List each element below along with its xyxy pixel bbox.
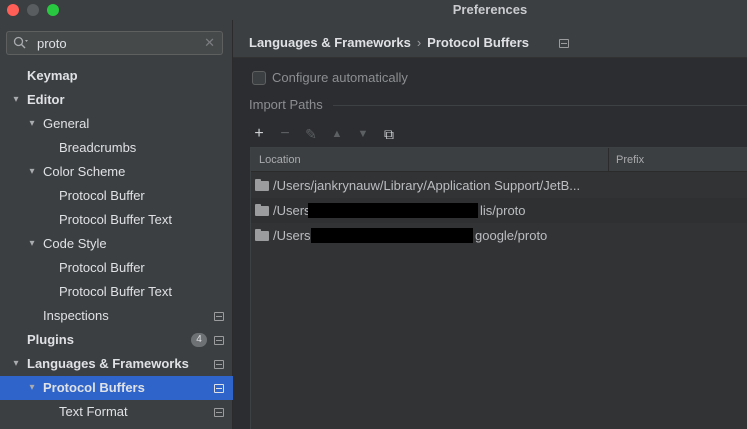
sidebar-item-label: General (43, 116, 90, 131)
expand-arrow-icon[interactable]: ▾ (10, 88, 22, 112)
minimize-window-button[interactable] (27, 4, 39, 16)
sidebar-item[interactable]: Protocol Buffer Text (0, 208, 233, 232)
sidebar-item-label: Protocol Buffer (59, 188, 145, 203)
sidebar-item-label: Protocol Buffer (59, 260, 145, 275)
sidebar-item-label: Color Scheme (43, 164, 126, 179)
folder-icon (255, 229, 269, 241)
configure-automatically-checkbox[interactable] (252, 71, 266, 85)
maximize-window-button[interactable] (47, 4, 59, 16)
project-level-icon (214, 360, 224, 369)
sidebar-item-label: Inspections (43, 308, 109, 323)
sidebar-item-label: Protocol Buffer Text (59, 284, 172, 299)
column-header-prefix[interactable]: Prefix (616, 148, 644, 172)
redaction-bar (308, 203, 478, 218)
sidebar-item[interactable]: ▾ General (0, 112, 233, 136)
move-up-button[interactable]: ▲ (328, 124, 346, 144)
expand-arrow-icon[interactable]: ▾ (26, 160, 38, 184)
table-row[interactable]: /Users google/proto (251, 223, 747, 248)
sidebar-item[interactable]: Protocol Buffer (0, 184, 233, 208)
sidebar-item[interactable]: Breadcrumbs (0, 136, 233, 160)
sidebar-item-label: Plugins (27, 332, 74, 347)
location-cell-suffix: google/proto (475, 228, 548, 243)
sidebar-item-label: Code Style (43, 236, 107, 251)
sidebar-item[interactable]: Inspections (0, 304, 233, 328)
sidebar-item[interactable]: ▾ Code Style (0, 232, 233, 256)
content-header: Languages & Frameworks › Protocol Buffers (233, 20, 747, 58)
location-cell: /Users (273, 203, 311, 218)
sidebar-item-label: Languages & Frameworks (27, 356, 189, 371)
search-icon (13, 36, 29, 50)
sidebar-item-label: Protocol Buffer Text (59, 212, 172, 227)
settings-search-field[interactable]: proto ✕ (6, 31, 223, 55)
sidebar-item-label: Breadcrumbs (59, 140, 137, 155)
breadcrumb-parent[interactable]: Languages & Frameworks (249, 35, 411, 50)
settings-content: Languages & Frameworks › Protocol Buffers … (233, 20, 747, 429)
import-paths-toolbar: + − ✎ ▲ ▼ ⧉ (250, 122, 747, 146)
location-cell-suffix: lis/proto (480, 203, 526, 218)
configure-automatically-label[interactable]: Configure automatically (272, 70, 408, 85)
search-input[interactable]: proto (37, 36, 67, 51)
sidebar-item[interactable]: ▾ Editor (0, 88, 233, 112)
sidebar-item[interactable]: ▾ Languages & Frameworks (0, 352, 233, 376)
project-level-icon (559, 39, 569, 48)
clear-search-icon[interactable]: ✕ (204, 35, 215, 51)
redaction-bar (311, 228, 473, 243)
copy-path-button[interactable]: ⧉ (380, 124, 398, 144)
update-count-badge: 4 (191, 333, 207, 347)
project-level-icon (214, 384, 224, 393)
edit-path-button[interactable]: ✎ (302, 124, 320, 144)
import-paths-table: Location Prefix /Users/jankrynauw/Librar… (250, 147, 747, 429)
close-window-button[interactable] (7, 4, 19, 16)
breadcrumb-current: Protocol Buffers (427, 35, 530, 50)
folder-icon (255, 204, 269, 216)
table-row[interactable]: /Users/jankrynauw/Library/Application Su… (251, 173, 747, 198)
title-bar: Preferences (0, 0, 747, 20)
expand-arrow-icon[interactable]: ▾ (26, 376, 38, 400)
column-divider[interactable] (608, 148, 609, 172)
location-cell: /Users/jankrynauw/Library/Application Su… (273, 178, 581, 193)
table-header: Location Prefix (251, 148, 747, 172)
expand-arrow-icon[interactable]: ▾ (10, 352, 22, 376)
table-body: /Users/jankrynauw/Library/Application Su… (251, 173, 747, 248)
column-header-location[interactable]: Location (259, 148, 301, 172)
sidebar-item-label: Protocol Buffers (43, 380, 145, 395)
breadcrumb-separator: › (416, 35, 422, 50)
location-cell: /Users (273, 228, 311, 243)
sidebar-item-label: Editor (27, 92, 65, 107)
breadcrumb: Languages & Frameworks › Protocol Buffers (249, 35, 529, 50)
move-down-button[interactable]: ▼ (354, 124, 372, 144)
sidebar-item-label: Keymap (27, 68, 78, 83)
import-paths-heading: Import Paths (249, 97, 323, 112)
project-level-icon (214, 312, 224, 321)
settings-tree: Keymap ▾ Editor ▾ General Breadcrumbs ▾ Color S… (0, 64, 233, 424)
add-path-button[interactable]: + (250, 124, 268, 144)
sidebar-item[interactable]: ▾ Color Scheme (0, 160, 233, 184)
table-row[interactable]: /Users lis/proto (251, 198, 747, 223)
sidebar-item[interactable]: Keymap (0, 64, 233, 88)
sidebar-item[interactable]: Protocol Buffer (0, 256, 233, 280)
project-level-icon (214, 408, 224, 417)
window-title: Preferences (452, 2, 528, 17)
section-divider (333, 105, 747, 106)
project-level-icon (214, 336, 224, 345)
remove-path-button[interactable]: − (276, 124, 294, 144)
expand-arrow-icon[interactable]: ▾ (26, 112, 38, 136)
sidebar-item-label: Text Format (59, 404, 128, 419)
expand-arrow-icon[interactable]: ▾ (26, 232, 38, 256)
sidebar-item[interactable]: Protocol Buffer Text (0, 280, 233, 304)
sidebar-item[interactable]: Plugins 4 (0, 328, 233, 352)
folder-icon (255, 179, 269, 191)
sidebar-item[interactable]: ▾ Protocol Buffers (0, 376, 233, 400)
sidebar-item[interactable]: Text Format (0, 400, 233, 424)
settings-sidebar: proto ✕ Keymap ▾ Editor ▾ General Breadcrumbs… (0, 20, 233, 429)
